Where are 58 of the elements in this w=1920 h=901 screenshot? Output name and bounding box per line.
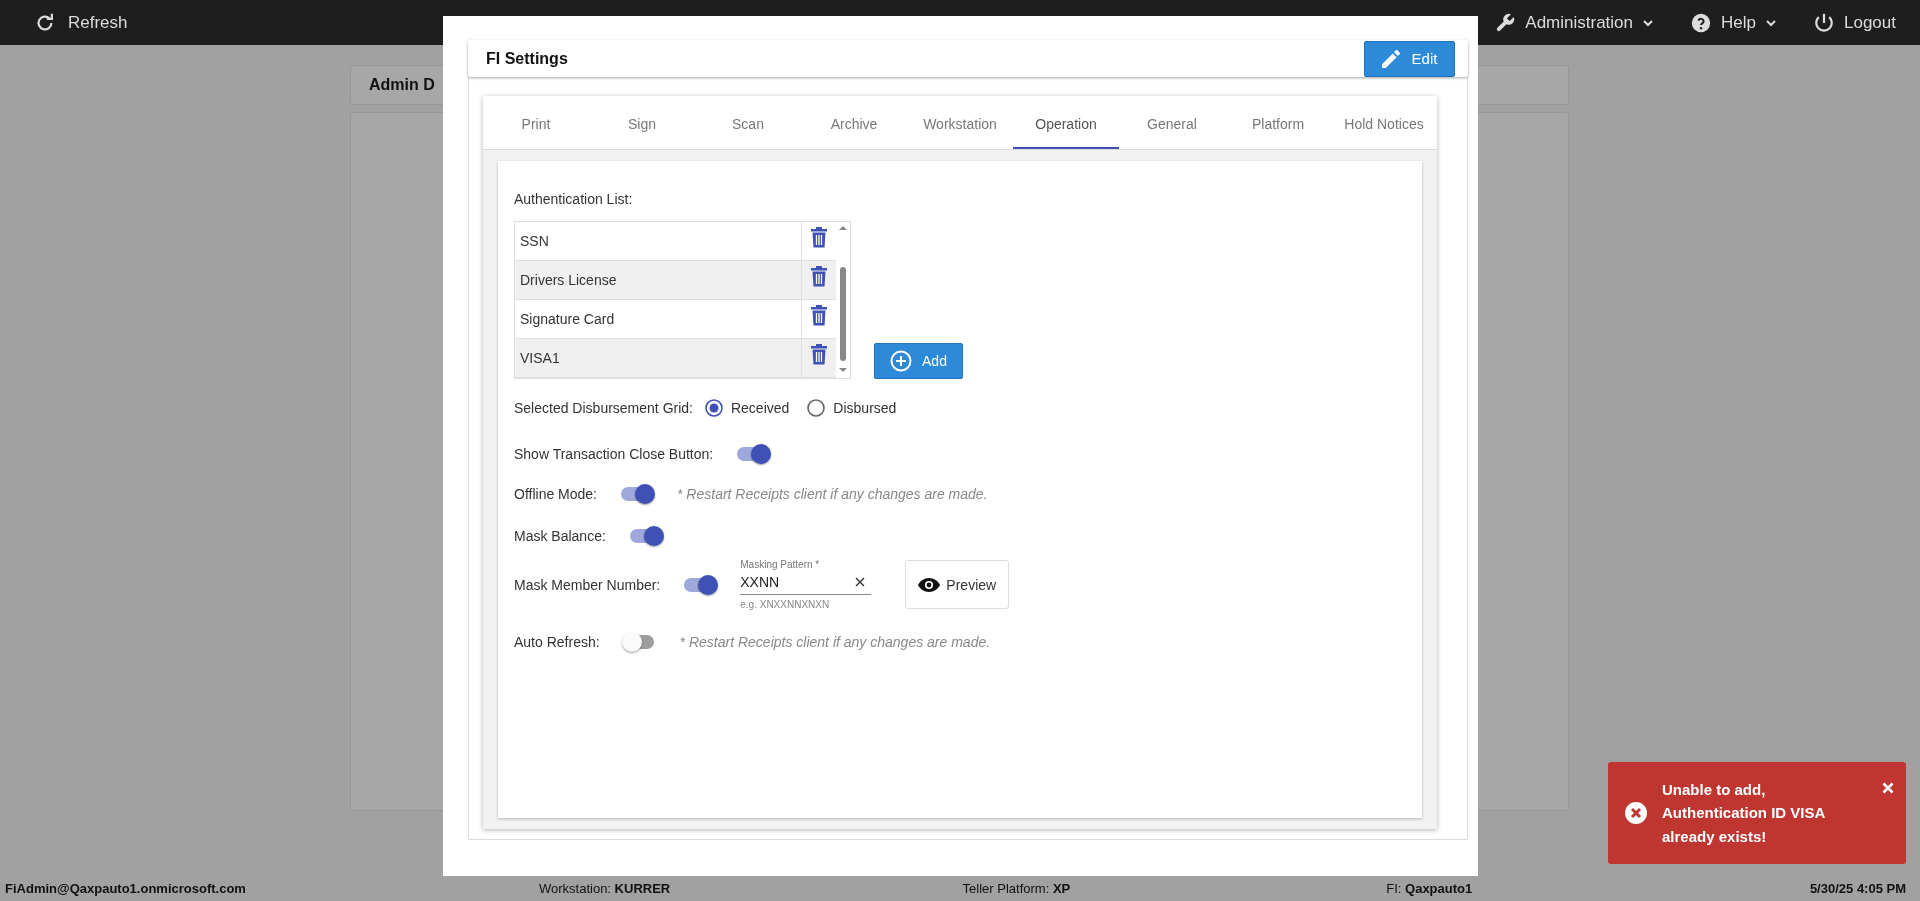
pencil-icon <box>1381 49 1400 68</box>
settings-tab[interactable]: Hold Notices <box>1331 96 1437 149</box>
user-email: FiAdmin@Qaxpauto1.onmicrosoft.com <box>4 880 247 896</box>
settings-tab[interactable]: Workstation <box>907 96 1013 149</box>
edit-button[interactable]: Edit <box>1364 40 1455 77</box>
toggle-switch[interactable] <box>735 443 772 465</box>
error-icon <box>1624 801 1648 825</box>
settings-tab[interactable]: Platform <box>1225 96 1331 149</box>
settings-tab[interactable]: Sign <box>589 96 695 149</box>
close-icon[interactable] <box>1882 782 1894 794</box>
field-hint: e.g. XNXXNNXNXN <box>740 599 831 610</box>
status-field: FI: Qaxpauto1 <box>1386 880 1810 896</box>
clear-icon[interactable] <box>855 577 866 587</box>
radio-option[interactable]: Disbursed <box>807 399 897 417</box>
setting-label: Show Transaction Close Button: <box>514 446 714 462</box>
power-icon <box>1813 11 1835 34</box>
card-title: Admin D <box>369 76 435 94</box>
error-message: Unable to add, Authentication ID VISA already exists! <box>1662 780 1826 847</box>
settings-tab[interactable]: Scan <box>695 96 801 149</box>
settings-tab[interactable]: Operation <box>1013 96 1119 149</box>
toggle-switch[interactable] <box>619 483 655 505</box>
setting-label: Mask Balance: <box>514 528 606 544</box>
menu-button[interactable]: Logout <box>1813 11 1896 34</box>
list-item[interactable]: SSN <box>515 222 802 260</box>
status-field: Workstation: KURRER <box>538 880 963 896</box>
radio-option[interactable]: Received <box>704 399 790 417</box>
settings-tab[interactable]: Print <box>483 96 589 149</box>
menu-button[interactable]: Help <box>1690 11 1777 34</box>
help-icon <box>1690 11 1713 34</box>
trash-icon[interactable] <box>810 265 828 287</box>
settings-tab[interactable]: Archive <box>801 96 907 149</box>
settings-tab[interactable]: General <box>1119 96 1225 149</box>
add-button[interactable]: Add <box>874 343 963 379</box>
eye-icon <box>918 577 941 592</box>
plus-icon <box>890 350 913 372</box>
trash-icon[interactable] <box>810 343 828 365</box>
field-label: Masking Pattern * <box>740 559 821 570</box>
setting-label: Selected Disbursement Grid: <box>514 400 693 416</box>
restart-note: * Restart Receipts client if any changes are made. <box>677 486 988 502</box>
setting-label: Offline Mode: <box>514 486 597 502</box>
setting-label: Mask Member Number: <box>514 576 661 593</box>
restart-note: * Restart Receipts client if any changes are made. <box>679 634 991 650</box>
radio-checked-icon <box>704 399 723 417</box>
list-item[interactable]: Signature Card <box>515 300 802 338</box>
refresh-button[interactable]: Refresh <box>34 11 128 34</box>
dialog-title: FI Settings <box>486 49 568 68</box>
trash-icon[interactable] <box>810 304 828 326</box>
masking-pattern-field[interactable]: XXNN <box>740 570 872 595</box>
status-field: Teller Platform: XP <box>962 880 1387 896</box>
list-label: Authentication List: <box>514 191 633 207</box>
preview-button[interactable]: Preview <box>905 560 1010 609</box>
trash-icon[interactable] <box>810 226 828 248</box>
radio-icon <box>807 399 826 417</box>
wrench-icon <box>1494 11 1517 34</box>
date-time: 5/30/25 4:05 PM <box>1809 880 1906 896</box>
toggle-switch[interactable] <box>682 573 719 596</box>
setting-label: Auto Refresh: <box>514 634 600 650</box>
menu-button[interactable]: Administration <box>1494 11 1655 34</box>
